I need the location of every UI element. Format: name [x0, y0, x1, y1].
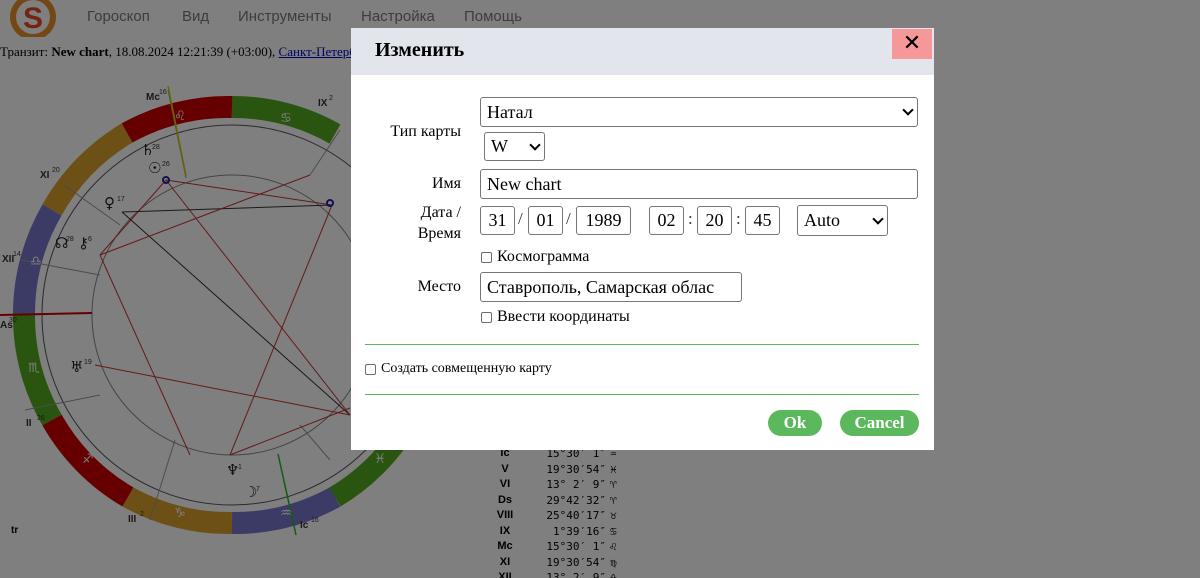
dialog-title: Изменить	[375, 39, 465, 61]
combined-checkbox[interactable]	[365, 363, 376, 375]
name-label: Имя	[431, 175, 461, 192]
combined-label: Создать совмещенную карту	[381, 361, 552, 376]
name-value: New chart	[487, 173, 562, 194]
chart-mode-value: W	[491, 136, 508, 156]
second-input[interactable]: 45	[745, 206, 780, 235]
chart-type-label: Тип карты	[390, 123, 461, 140]
day-input[interactable]: 31	[480, 206, 515, 235]
close-icon[interactable]: ✕	[892, 29, 932, 59]
timezone-value: Auto	[804, 210, 840, 230]
month-input[interactable]: 01	[528, 206, 563, 235]
dialog-header: Изменить ✕	[351, 28, 934, 75]
cosmogram-checkbox-row[interactable]: Космограмма	[481, 248, 589, 266]
minute-input[interactable]: 20	[697, 206, 732, 235]
date-separator: /	[566, 209, 571, 228]
chevron-down-icon	[529, 138, 541, 151]
time-separator: :	[688, 209, 693, 228]
name-input[interactable]: New chart	[480, 169, 918, 199]
place-input[interactable]: Ставрополь, Самарская облас	[480, 272, 742, 302]
chevron-down-icon	[872, 212, 884, 225]
coords-checkbox[interactable]	[481, 311, 492, 323]
chart-mode-select[interactable]: W	[484, 132, 545, 161]
divider	[365, 344, 919, 345]
year-input[interactable]: 1989	[576, 206, 631, 235]
cosmogram-label: Космограмма	[497, 248, 590, 265]
place-label: Место	[417, 278, 461, 295]
time-label: Время	[417, 225, 461, 242]
timezone-select[interactable]: Auto	[797, 205, 888, 236]
chart-type-value: Натал	[487, 101, 533, 122]
divider	[365, 394, 919, 395]
cosmogram-checkbox[interactable]	[481, 251, 492, 263]
hour-input[interactable]: 02	[649, 206, 684, 235]
combined-checkbox-row[interactable]: Создать совмещенную карту	[365, 361, 552, 377]
cancel-button[interactable]: Cancel	[840, 410, 919, 436]
date-label: Дата /	[420, 204, 461, 221]
edit-dialog: Изменить ✕ Тип карты Натал W Имя New cha…	[351, 28, 934, 450]
coords-label: Ввести координаты	[497, 308, 630, 325]
time-separator: :	[736, 209, 741, 228]
chart-type-select[interactable]: Натал	[480, 97, 918, 127]
ok-button[interactable]: Ok	[768, 410, 822, 436]
chevron-down-icon	[902, 104, 914, 116]
coords-checkbox-row[interactable]: Ввести координаты	[481, 308, 630, 326]
date-separator: /	[518, 209, 523, 228]
place-value: Ставрополь, Самарская облас	[487, 276, 715, 297]
